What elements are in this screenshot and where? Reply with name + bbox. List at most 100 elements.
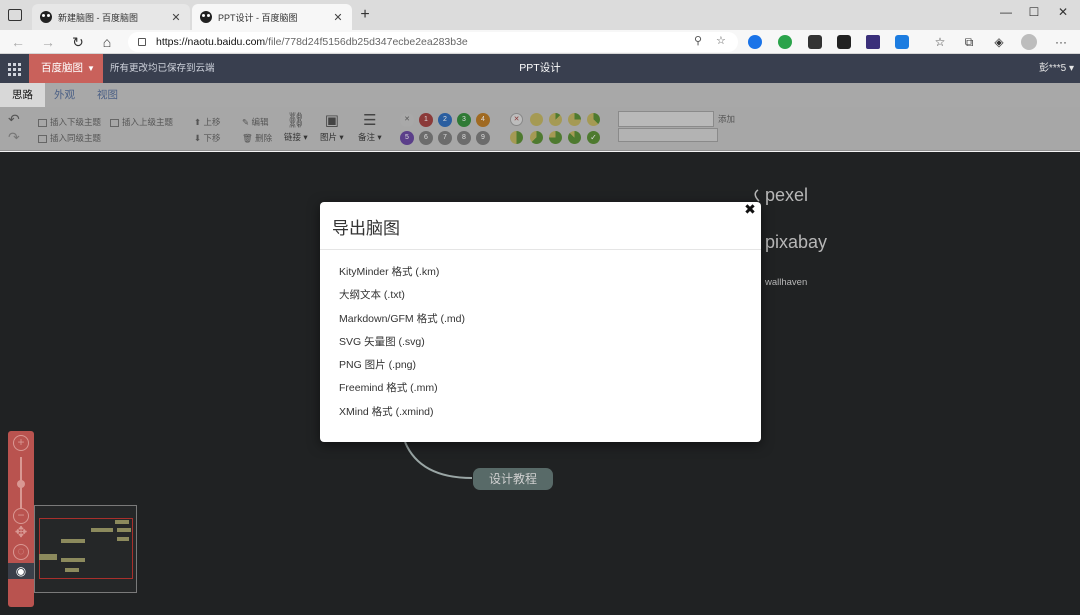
extension-icon[interactable] [866, 35, 880, 49]
favorite-star-icon[interactable]: ☆ [716, 34, 726, 47]
progress-4-icon[interactable] [510, 131, 523, 144]
forward-arrow-icon[interactable]: → [39, 33, 57, 51]
home-icon[interactable]: ⌂ [98, 33, 116, 51]
insert-sibling-button[interactable]: 插入同级主题 [38, 132, 101, 144]
zoom-slider-thumb[interactable] [17, 480, 25, 488]
mindmap-node[interactable]: pexel [765, 185, 808, 206]
refresh-icon[interactable]: ↻ [69, 33, 87, 51]
extension-icon[interactable] [837, 35, 851, 49]
close-window-button[interactable]: ✕ [1053, 4, 1073, 20]
more-menu-icon[interactable]: ··· [1052, 33, 1070, 51]
priority-1-icon[interactable]: 1 [419, 113, 433, 127]
tab-view[interactable]: 视图 [85, 83, 130, 107]
profile-avatar[interactable] [1021, 34, 1037, 50]
priority-9-icon[interactable]: 9 [476, 131, 490, 145]
note-icon: ☰ [363, 112, 377, 129]
extension-icon[interactable] [778, 35, 792, 49]
priority-6-icon[interactable]: 6 [419, 131, 433, 145]
minimap-toggle-eye-icon[interactable]: ◉ [8, 563, 34, 579]
new-tab-button[interactable]: + [356, 6, 374, 24]
export-option-svg[interactable]: SVG 矢量图 (.svg) [339, 334, 761, 357]
resource-list[interactable] [618, 128, 718, 142]
progress-7-icon[interactable] [568, 131, 581, 144]
resource-add-button[interactable]: 添加 [718, 113, 735, 125]
progress-2-icon[interactable] [568, 113, 581, 126]
resource-input[interactable] [618, 111, 714, 127]
minimize-button[interactable]: — [996, 4, 1016, 20]
browser-tab-strip: 新建脑图 - 百度脑图 ✕ PPT设计 - 百度脑图 ✕ + — ☐ ✕ [0, 0, 1080, 30]
export-format-list: KityMinder 格式 (.km) 大纲文本 (.txt) Markdown… [320, 250, 761, 427]
minimap-node [117, 528, 131, 532]
progress-0-icon[interactable] [530, 113, 543, 126]
insert-parent-button[interactable]: 插入上级主题 [110, 116, 173, 128]
locate-icon[interactable]: ◌ [13, 544, 29, 560]
user-menu[interactable]: 彭***5 ▾ [1039, 54, 1074, 83]
priority-remove-icon[interactable]: ✕ [400, 113, 414, 127]
tab-close-icon[interactable]: ✕ [332, 11, 344, 24]
zoom-icon[interactable]: ⚲ [694, 34, 702, 47]
delete-button[interactable]: 🗑 删除 [242, 132, 272, 144]
move-down-button[interactable]: ⬇ 下移 [194, 132, 221, 144]
export-option-png[interactable]: PNG 图片 (.png) [339, 357, 761, 380]
progress-1-icon[interactable] [549, 113, 562, 126]
export-option-km[interactable]: KityMinder 格式 (.km) [339, 264, 761, 287]
export-dialog: 导出脑图 ✖ KityMinder 格式 (.km) 大纲文本 (.txt) M… [320, 202, 761, 442]
browser-essentials-icon[interactable]: ◈ [990, 33, 1008, 51]
progress-5-icon[interactable] [530, 131, 543, 144]
minimap[interactable] [34, 505, 137, 593]
lock-icon [138, 38, 146, 46]
browser-tab[interactable]: 新建脑图 - 百度脑图 ✕ [32, 4, 190, 30]
tab-idea[interactable]: 思路 [0, 83, 45, 107]
tab-title: 新建脑图 - 百度脑图 [58, 12, 138, 23]
toolbar: ↶ ↷ 插入下级主题 插入上级主题 插入同级主题 ⬆ 上移 ⬇ 下移 ✎ 编辑 … [0, 107, 1080, 151]
export-option-mm[interactable]: Freemind 格式 (.mm) [339, 380, 761, 403]
priority-8-icon[interactable]: 8 [457, 131, 471, 145]
zoom-in-icon[interactable]: + [13, 435, 29, 451]
address-bar-row: ← → ↻ ⌂ https://naotu.baidu.com/file/778… [0, 30, 1080, 54]
move-up-button[interactable]: ⬆ 上移 [194, 116, 221, 128]
edit-button[interactable]: ✎ 编辑 [242, 116, 269, 128]
priority-4-icon[interactable]: 4 [476, 113, 490, 127]
favorites-icon[interactable]: ☆ [931, 33, 949, 51]
priority-2-icon[interactable]: 2 [438, 113, 452, 127]
brand-menu-button[interactable]: 百度脑图 ▼ [29, 54, 103, 83]
tab-actions-icon[interactable] [8, 9, 22, 21]
export-option-xmind[interactable]: XMind 格式 (.xmind) [339, 404, 761, 427]
apps-grid-icon[interactable] [0, 54, 29, 83]
image-button[interactable]: ▣ 图片 ▾ [320, 111, 344, 143]
note-button[interactable]: ☰ 备注 ▾ [358, 111, 382, 143]
export-option-txt[interactable]: 大纲文本 (.txt) [339, 287, 761, 310]
tab-close-icon[interactable]: ✕ [170, 11, 182, 24]
priority-7-icon[interactable]: 7 [438, 131, 452, 145]
progress-6-icon[interactable] [549, 131, 562, 144]
priority-3-icon[interactable]: 3 [457, 113, 471, 127]
mindmap-node[interactable]: pixabay [765, 232, 827, 253]
zoom-out-icon[interactable]: − [13, 508, 29, 524]
minimap-node [61, 558, 85, 562]
tab-appearance[interactable]: 外观 [42, 83, 87, 107]
priority-5-icon[interactable]: 5 [400, 131, 414, 145]
maximize-button[interactable]: ☐ [1024, 4, 1044, 20]
mindmap-node[interactable]: wallhaven [765, 277, 807, 288]
mindmap-node[interactable]: 设计教程 [473, 468, 553, 490]
insert-child-button[interactable]: 插入下级主题 [38, 116, 101, 128]
close-icon[interactable]: ✖ [743, 202, 757, 216]
undo-icon[interactable]: ↶ [8, 111, 20, 128]
collections-icon[interactable]: ⧉ [960, 33, 978, 51]
extension-icon[interactable] [808, 35, 822, 49]
export-option-md[interactable]: Markdown/GFM 格式 (.md) [339, 311, 761, 334]
insert-child-icon [38, 118, 47, 127]
redo-icon[interactable]: ↷ [8, 129, 20, 146]
dialog-header: 导出脑图 [320, 202, 761, 250]
user-name: 彭***5 [1038, 63, 1067, 74]
pan-move-icon[interactable]: ✥ [13, 525, 29, 543]
progress-remove-icon[interactable]: ✕ [510, 113, 523, 126]
url-field[interactable]: https://naotu.baidu.com/file/778d24f5156… [128, 32, 738, 52]
back-arrow-icon[interactable]: ← [9, 33, 27, 51]
browser-tab-active[interactable]: PPT设计 - 百度脑图 ✕ [192, 4, 352, 30]
extension-icon[interactable] [895, 35, 909, 49]
link-button[interactable]: ⛓ 链接 ▾ [284, 111, 308, 143]
progress-done-icon[interactable]: ✓ [587, 131, 600, 144]
progress-3-icon[interactable] [587, 113, 600, 126]
extension-icon[interactable] [748, 35, 762, 49]
